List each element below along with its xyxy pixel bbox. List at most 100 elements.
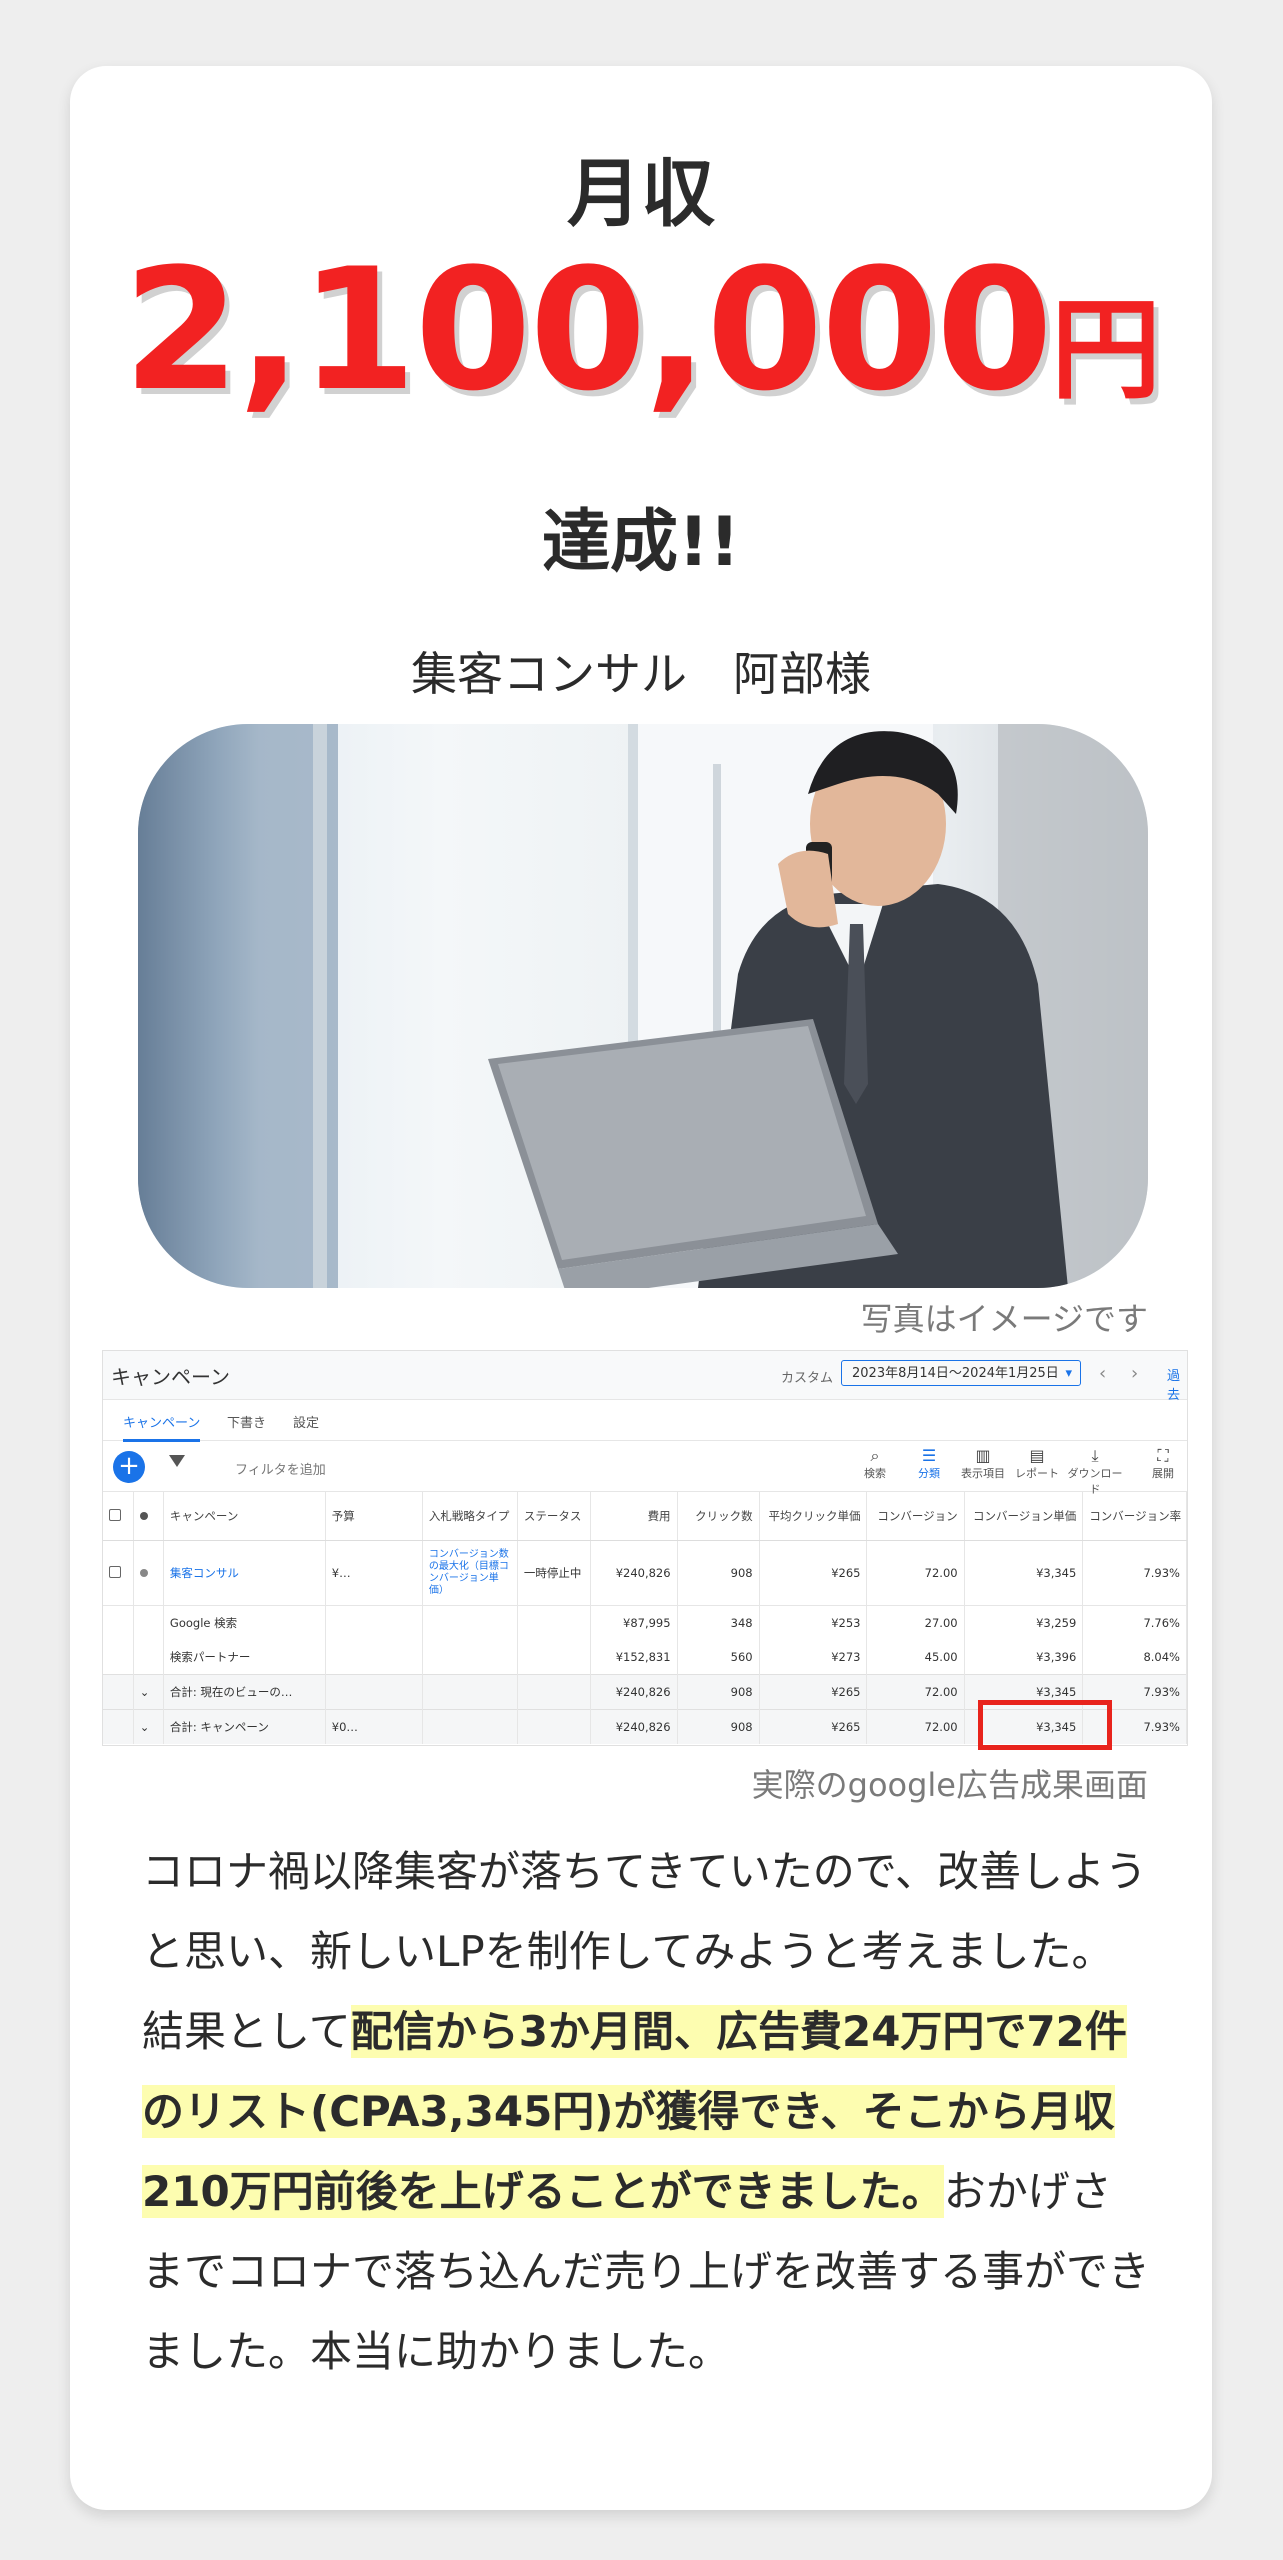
columns-tool[interactable]: ▥ 表示項目: [953, 1447, 1013, 1481]
tab-drafts[interactable]: 下書き: [227, 1412, 266, 1431]
columns-icon: ▥: [975, 1446, 991, 1465]
col-avg-cpc[interactable]: 平均クリック単価: [759, 1492, 868, 1541]
chevron-right-icon[interactable]: ›: [1131, 1363, 1138, 1384]
segment-cpa: ¥3,396: [964, 1640, 1084, 1675]
col-status[interactable]: ステータス: [517, 1492, 592, 1541]
tab-campaigns[interactable]: キャンペーン: [123, 1412, 201, 1442]
col-cpa[interactable]: コンバージョン単価: [964, 1492, 1084, 1541]
campaign-status: 一時停止中: [517, 1540, 592, 1606]
testimonial-card: 月収 2,100,000円 達成!! 集客コンサル 阿部様 写真はイメージです …: [70, 66, 1212, 2510]
segment-label: 検索パートナー: [163, 1640, 326, 1675]
testimonial-part1: コロナ禍以降集客が落ちてきていたので、改善しようと思い、新しいLPを制作してみよ…: [142, 1847, 1148, 1976]
row-status-dot: [133, 1540, 164, 1606]
col-bid-strategy[interactable]: 入札戦略タイプ: [422, 1492, 518, 1541]
campaign-clicks: 908: [677, 1540, 760, 1606]
total-label: 合計: 現在のビューの…: [163, 1674, 326, 1710]
total-avg-cpc: ¥265: [759, 1709, 868, 1744]
segment-cost: ¥87,995: [590, 1605, 678, 1640]
segment-cvr: 7.76%: [1082, 1605, 1187, 1640]
segment-clicks: 348: [677, 1605, 760, 1640]
col-clicks[interactable]: クリック数: [677, 1492, 760, 1541]
columns-tool-label: 表示項目: [961, 1467, 1005, 1480]
segment-cost: ¥152,831: [590, 1640, 678, 1675]
download-icon: ⤓: [1091, 1446, 1099, 1465]
campaign-name-link[interactable]: 集客コンサル: [170, 1566, 239, 1580]
ads-tabs: キャンペーン 下書き 設定: [103, 1400, 1187, 1442]
report-icon: ▤: [1029, 1446, 1045, 1465]
total-clicks: 908: [677, 1674, 760, 1710]
download-tool-label: ダウンロード: [1067, 1467, 1123, 1496]
expand-tool[interactable]: ⛶ 展開: [1133, 1446, 1187, 1481]
google-ads-screenshot: キャンペーン カスタム 2023年8月14日～2024年1月25日 ▾ ‹ › 過…: [102, 1350, 1188, 1746]
segment-tool[interactable]: ☰ 分類: [899, 1447, 959, 1481]
total-conversions: 72.00: [866, 1674, 965, 1710]
table-row: 集客コンサル ¥… コンバージョン数の最大化（目標コンバージョン単価） 一時停止…: [103, 1540, 1187, 1606]
ads-caption: 実際のgoogle広告成果画面: [751, 1766, 1148, 1804]
income-amount: 2,100,000円: [70, 246, 1212, 414]
photo-caption: 写真はイメージです: [860, 1300, 1148, 1338]
row-checkbox[interactable]: [103, 1540, 134, 1606]
search-icon: ⌕: [870, 1446, 880, 1465]
amount-unit: 円: [1050, 286, 1161, 414]
total-clicks: 908: [677, 1709, 760, 1744]
campaign-name-cell[interactable]: 集客コンサル: [163, 1540, 326, 1606]
segment-label: Google 検索: [163, 1605, 326, 1640]
campaign-avg-cpc: ¥265: [759, 1540, 868, 1606]
search-tool-label: 検索: [864, 1467, 886, 1480]
segment-icon: ☰: [921, 1446, 937, 1465]
filter-input[interactable]: フィルタを追加: [235, 1459, 326, 1478]
campaign-budget: ¥…: [325, 1540, 423, 1606]
total-cost: ¥240,826: [590, 1709, 678, 1744]
testimonial-text: コロナ禍以降集客が落ちてきていたので、改善しようと思い、新しいLPを制作してみよ…: [142, 1832, 1152, 2392]
report-tool-label: レポート: [1015, 1467, 1059, 1480]
table-row: Google 検索 ¥87,995 348 ¥253 27.00 ¥3,259 …: [103, 1605, 1187, 1640]
date-range-select[interactable]: 2023年8月14日～2024年1月25日 ▾: [841, 1360, 1081, 1386]
monthly-income-label: 月収: [567, 151, 715, 237]
campaign-cpa: ¥3,345: [964, 1540, 1084, 1606]
campaign-cost: ¥240,826: [590, 1540, 678, 1606]
expand-chevron-icon[interactable]: ⌄: [133, 1674, 164, 1710]
campaign-conversions: 72.00: [866, 1540, 965, 1606]
col-cvr[interactable]: コンバージョン率: [1082, 1492, 1187, 1541]
segment-conversions: 27.00: [866, 1605, 965, 1640]
segment-cpa: ¥3,259: [964, 1605, 1084, 1640]
segment-tool-label: 分類: [918, 1467, 940, 1480]
businessman-photo: [138, 724, 1148, 1288]
campaign-bid-strategy: コンバージョン数の最大化（目標コンバージョン単価）: [422, 1540, 518, 1606]
total-avg-cpc: ¥265: [759, 1674, 868, 1710]
cpa-highlight-box: [978, 1700, 1112, 1750]
col-budget[interactable]: 予算: [325, 1492, 423, 1541]
expand-tool-label: 展開: [1152, 1467, 1174, 1480]
select-all-checkbox[interactable]: [103, 1492, 134, 1541]
report-tool[interactable]: ▤ レポート: [1007, 1447, 1067, 1481]
total-label: 合計: キャンペーン: [163, 1709, 326, 1744]
col-cost[interactable]: 費用: [590, 1492, 678, 1541]
total-conversions: 72.00: [866, 1709, 965, 1744]
amount-number: 2,100,000: [123, 232, 1053, 428]
table-header: キャンペーン 予算 入札戦略タイプ ステータス 費用 クリック数 平均クリック単…: [103, 1492, 1187, 1541]
past-link[interactable]: 過去: [1167, 1365, 1187, 1403]
testimonial-part2: 結果として: [142, 2007, 351, 2056]
ads-header: キャンペーン カスタム 2023年8月14日～2024年1月25日 ▾ ‹ › 過…: [103, 1351, 1187, 1403]
achievement-label: 達成!!: [541, 503, 741, 582]
search-tool[interactable]: ⌕ 検索: [845, 1447, 905, 1481]
chevron-down-icon: ▾: [1065, 1366, 1072, 1381]
download-tool[interactable]: ⤓ ダウンロード: [1065, 1447, 1125, 1497]
ads-page-title: キャンペーン: [111, 1365, 230, 1389]
col-conversions[interactable]: コンバージョン: [866, 1492, 965, 1541]
tab-settings[interactable]: 設定: [293, 1412, 319, 1431]
expand-chevron-icon[interactable]: ⌄: [133, 1709, 164, 1744]
filter-icon[interactable]: [169, 1455, 185, 1467]
add-button[interactable]: +: [113, 1451, 145, 1483]
segment-cvr: 8.04%: [1082, 1640, 1187, 1675]
client-name: 集客コンサル 阿部様: [411, 647, 871, 701]
campaign-cvr: 7.93%: [1082, 1540, 1187, 1606]
chevron-left-icon[interactable]: ‹: [1099, 1363, 1106, 1384]
ads-toolbar: + フィルタを追加 ⌕ 検索 ☰ 分類 ▥ 表示項目 ▤ レポート ⤓ ダウンロード ⛶ 展…: [103, 1441, 1187, 1496]
expand-icon: ⛶: [1157, 1446, 1169, 1465]
col-campaign[interactable]: キャンペーン: [163, 1492, 326, 1541]
segment-avg-cpc: ¥253: [759, 1605, 868, 1640]
total-budget: [325, 1674, 423, 1710]
date-range-value: 2023年8月14日～2024年1月25日: [852, 1366, 1059, 1381]
bid-strategy-link[interactable]: コンバージョン数の最大化（目標コンバージョン単価）: [429, 1549, 511, 1597]
